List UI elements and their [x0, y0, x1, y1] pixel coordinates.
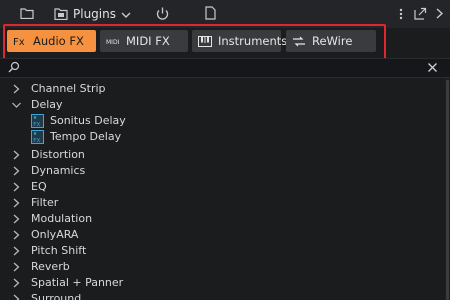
search-bar [0, 58, 450, 78]
svg-text:FX: FX [33, 138, 40, 144]
tree-item-spatial-panner[interactable]: Spatial + Panner [0, 275, 440, 291]
tree-item-label: Spatial + Panner [31, 276, 124, 289]
tree-item-onlyara[interactable]: OnlyARA [0, 227, 440, 243]
plugin-power-icon[interactable] [155, 6, 170, 21]
chevron-right-icon [13, 214, 20, 224]
tree-item-label: Channel Strip [31, 82, 106, 95]
tree-item-label: Dynamics [31, 164, 86, 177]
plugins-dropdown[interactable]: Plugins [54, 5, 131, 23]
chevron-right-icon [13, 166, 20, 176]
chevron-right-icon[interactable] [434, 7, 444, 20]
plugin-folder-icon [54, 8, 68, 21]
chevron-down-icon [121, 9, 131, 19]
chevron-right-icon [13, 182, 20, 192]
chevron-right-icon [13, 84, 20, 94]
plugins-label: Plugins [73, 7, 116, 21]
tree-item-dynamics[interactable]: Dynamics [0, 163, 440, 179]
more-menu-icon[interactable] [397, 7, 405, 21]
tree-item-delay[interactable]: Delay [0, 97, 440, 113]
tree-item-distortion[interactable]: Distortion [0, 147, 440, 163]
plugin-fx-icon: FX [31, 114, 44, 128]
tree-item-label: Reverb [31, 260, 70, 273]
scrollbar-thumb[interactable] [446, 80, 449, 300]
folder-icon[interactable] [20, 8, 34, 19]
tree-item-label: Filter [31, 196, 59, 209]
chevron-right-icon [13, 230, 20, 240]
svg-text:FX: FX [33, 122, 40, 128]
tree-item-label: Surround [31, 292, 82, 300]
chevron-right-icon [13, 278, 20, 288]
tree-item-reverb[interactable]: Reverb [0, 259, 440, 275]
tree-item-label: OnlyARA [31, 228, 79, 241]
tree-item-label: Pitch Shift [31, 244, 87, 257]
chevron-right-icon [13, 150, 20, 160]
tree-item-surround[interactable]: Surround [0, 291, 440, 300]
plugin-tree: Channel Strip Delay FX Sonitus Delay FX … [0, 78, 445, 300]
tree-item-modulation[interactable]: Modulation [0, 211, 440, 227]
chevron-right-icon [13, 198, 20, 208]
tree-item-eq[interactable]: EQ [0, 179, 440, 195]
document-icon[interactable] [205, 6, 216, 20]
chevron-down-icon [12, 102, 21, 108]
search-input[interactable] [24, 60, 404, 75]
plugin-fx-icon: FX [31, 130, 44, 144]
chevron-right-icon [13, 294, 20, 300]
tree-item-tempo-delay[interactable]: FX Tempo Delay [0, 129, 440, 145]
tree-item-label: Tempo Delay [50, 130, 122, 143]
tree-item-label: Delay [31, 98, 63, 111]
tree-item-sonitus-delay[interactable]: FX Sonitus Delay [0, 113, 440, 129]
tree-item-label: Sonitus Delay [50, 114, 126, 127]
tree-item-channel-strip[interactable]: Channel Strip [0, 81, 440, 97]
search-icon [8, 61, 20, 73]
highlight-box [3, 24, 386, 60]
tree-item-pitch-shift[interactable]: Pitch Shift [0, 243, 440, 259]
close-icon[interactable] [427, 62, 438, 73]
popout-icon[interactable] [414, 7, 427, 20]
tree-item-label: Distortion [31, 148, 85, 161]
chevron-right-icon [13, 262, 20, 272]
tree-item-label: Modulation [31, 212, 93, 225]
chevron-right-icon [13, 246, 20, 256]
tree-item-filter[interactable]: Filter [0, 195, 440, 211]
tree-item-label: EQ [31, 180, 47, 193]
